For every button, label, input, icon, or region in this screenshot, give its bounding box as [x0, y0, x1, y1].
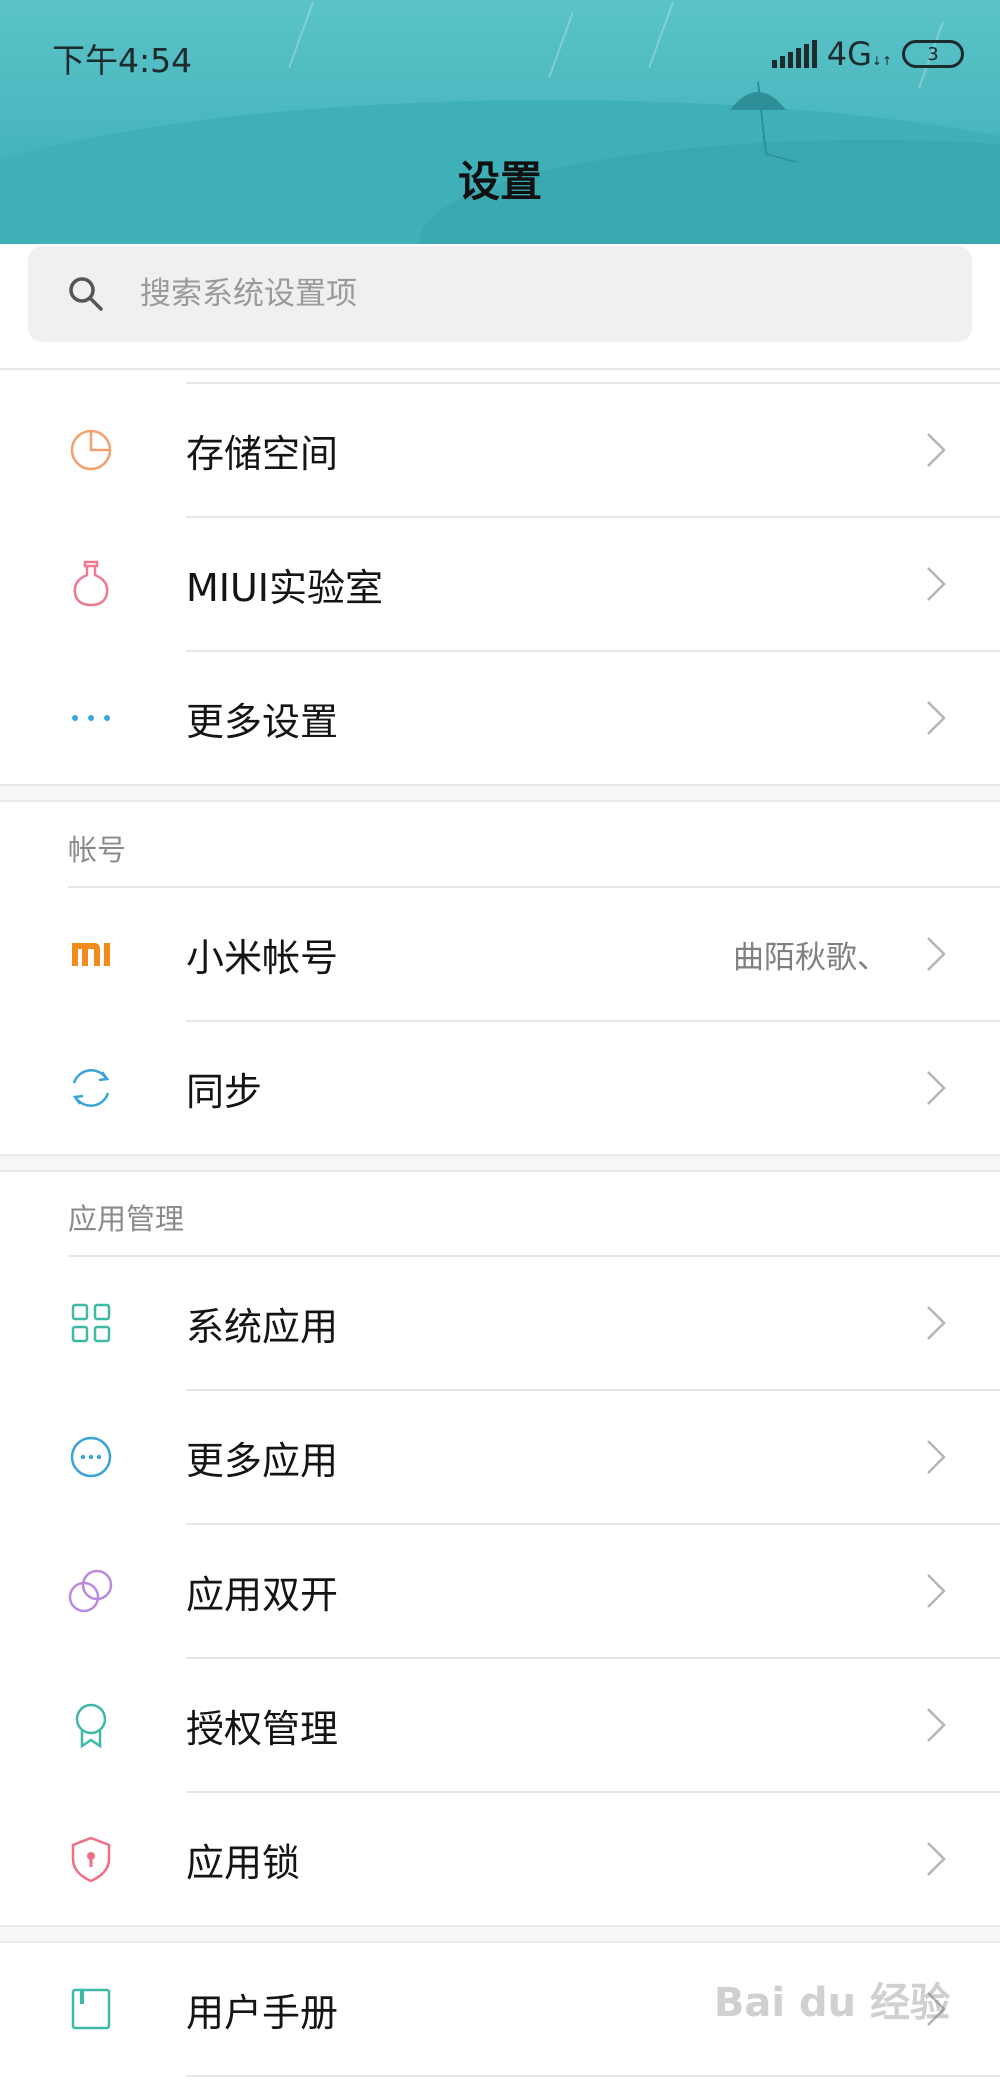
- settings-item-mi-account[interactable]: 小米帐号 曲陌秋歌、: [0, 888, 1000, 1020]
- settings-item-label: 小米帐号: [186, 935, 339, 980]
- divider: [186, 2075, 1000, 2077]
- settings-item-label: 更多应用: [186, 1438, 339, 1483]
- rain-streak: [288, 1, 314, 69]
- chevron-right-icon: [927, 1440, 946, 1474]
- badge-icon: [75, 1703, 107, 1749]
- settings-item-label: 应用锁: [186, 1840, 301, 1885]
- settings-item-sync[interactable]: 同步: [0, 1022, 1000, 1154]
- settings-item-storage[interactable]: 存储空间: [0, 384, 1000, 516]
- settings-item-dual-apps[interactable]: 应用双开: [0, 1525, 1000, 1657]
- chevron-right-icon: [927, 1306, 946, 1340]
- more-circle-icon: [70, 1436, 112, 1478]
- settings-item-label: 应用双开: [186, 1572, 339, 1617]
- settings-item-label: 更多设置: [186, 699, 339, 744]
- pie-chart-icon: [70, 429, 112, 471]
- signal-icon: [771, 40, 817, 68]
- search-icon: [69, 277, 103, 311]
- chevron-right-icon: [927, 701, 946, 735]
- settings-item-label: 系统应用: [186, 1304, 339, 1349]
- grid-icon: [71, 1303, 111, 1343]
- settings-item-label: 用户手册: [186, 1990, 339, 2035]
- settings-item-system-apps[interactable]: 系统应用: [0, 1257, 1000, 1389]
- settings-item-app-lock[interactable]: 应用锁: [0, 1793, 1000, 1925]
- battery-level: 3: [927, 43, 939, 65]
- more-dots-icon: [72, 715, 110, 721]
- search-bar[interactable]: [28, 246, 972, 342]
- settings-item-miui-lab[interactable]: MIUI实验室: [0, 518, 1000, 650]
- page-title: 设置: [457, 157, 542, 206]
- chevron-right-icon: [927, 1071, 946, 1105]
- chevron-right-icon: [927, 1574, 946, 1608]
- header-banner: 下午4:54 4G↓↑ 3 设置: [0, 0, 1000, 244]
- section-separator: [0, 1154, 1000, 1172]
- manual-icon: [71, 1988, 111, 2030]
- chevron-right-icon: [927, 1842, 946, 1876]
- settings-item-label: 同步: [186, 1069, 263, 1114]
- account-name: 曲陌秋歌、: [733, 939, 888, 976]
- rain-streak: [648, 1, 674, 69]
- chevron-right-icon: [927, 937, 946, 971]
- divider: [0, 368, 1000, 370]
- chevron-right-icon: [927, 1708, 946, 1742]
- network-type: 4G↓↑: [826, 35, 892, 73]
- settings-item-label: 授权管理: [186, 1706, 339, 1751]
- settings-item-label: 存储空间: [186, 431, 339, 476]
- section-title-account: 帐号: [68, 833, 127, 867]
- settings-item-more-apps[interactable]: 更多应用: [0, 1391, 1000, 1523]
- section-separator: [0, 1925, 1000, 1943]
- search-input[interactable]: [140, 276, 840, 312]
- battery-icon: 3: [902, 40, 964, 68]
- section-title-app-management: 应用管理: [68, 1202, 185, 1236]
- mi-logo-icon: [72, 943, 110, 966]
- section-separator: [0, 784, 1000, 802]
- flask-icon: [73, 560, 109, 607]
- status-time: 下午4:54: [52, 41, 193, 80]
- dual-circle-icon: [68, 1569, 113, 1613]
- sync-icon: [72, 1069, 110, 1107]
- chevron-right-icon: [927, 433, 946, 467]
- chevron-right-icon: [927, 567, 946, 601]
- shield-lock-icon: [71, 1836, 111, 1883]
- settings-item-more-settings[interactable]: 更多设置: [0, 652, 1000, 784]
- settings-item-permissions[interactable]: 授权管理: [0, 1659, 1000, 1791]
- rain-streak: [548, 11, 574, 79]
- status-icons: 4G↓↑ 3: [771, 35, 964, 73]
- settings-item-label: MIUI实验室: [186, 565, 384, 610]
- watermark: Bai du 经验: [713, 1980, 950, 2026]
